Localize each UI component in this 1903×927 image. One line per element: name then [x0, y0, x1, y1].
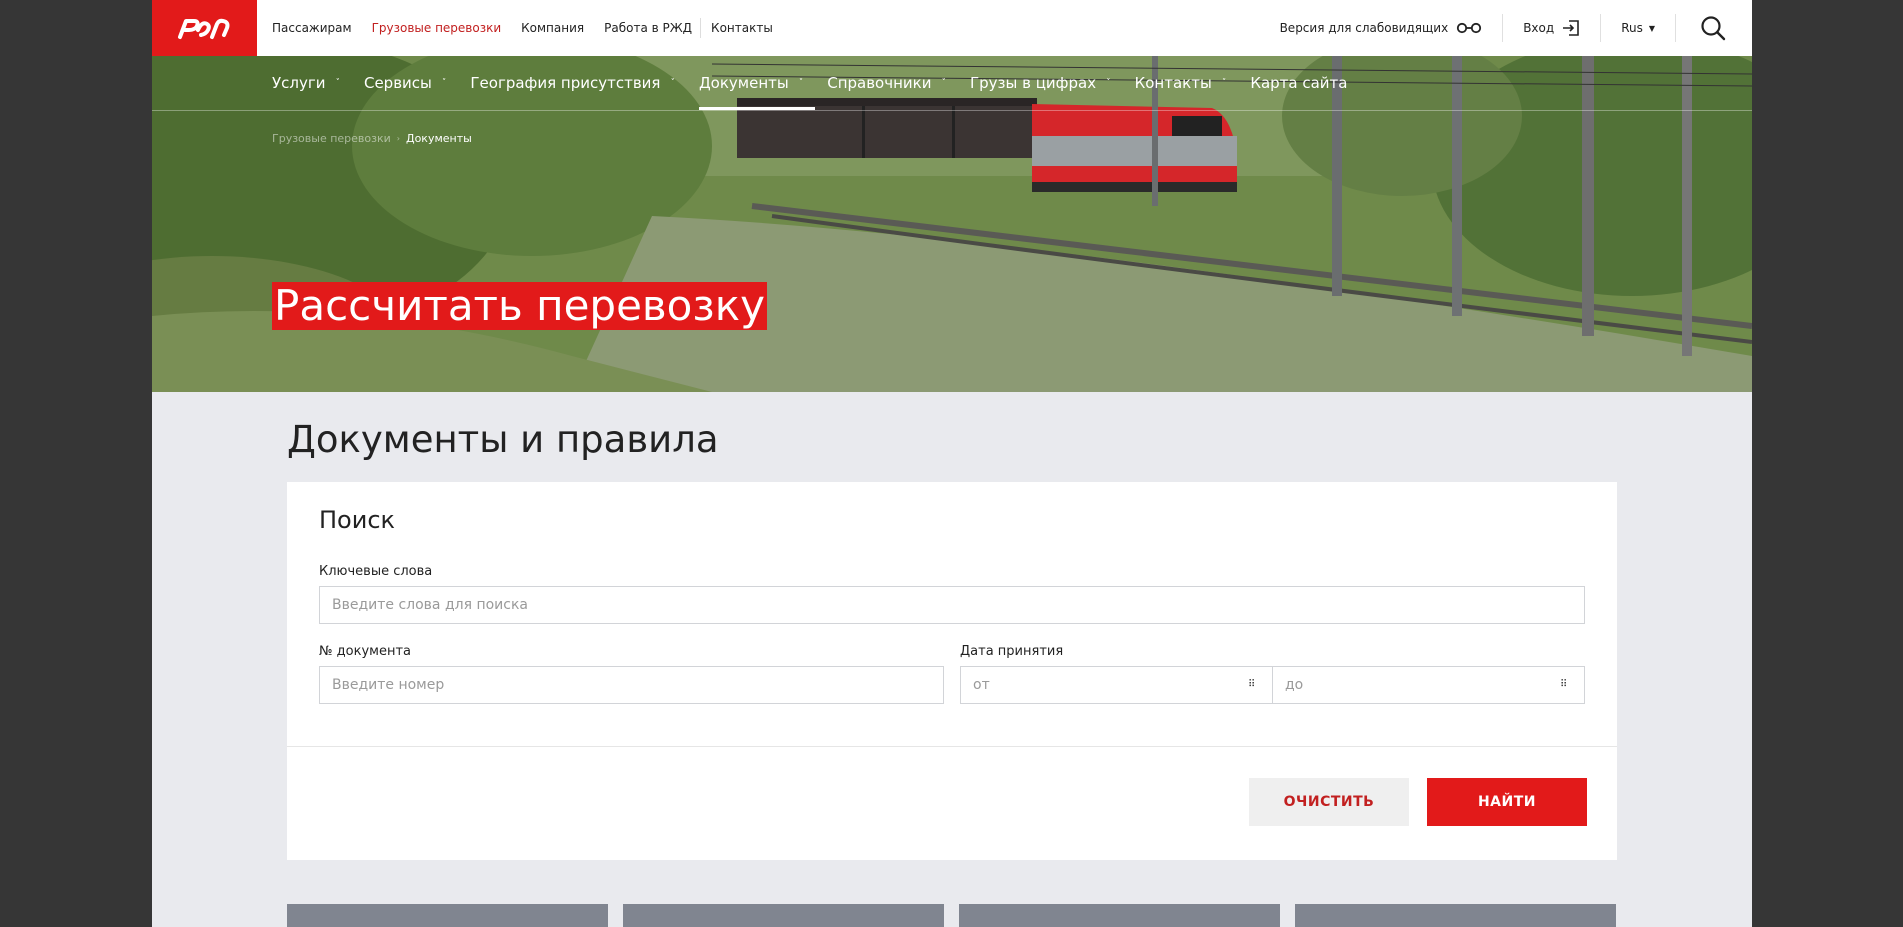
top-bar: Пассажирам Грузовые перевозки Компания Р…: [152, 0, 1752, 56]
login-label: Вход: [1523, 21, 1555, 35]
chevron-down-icon: ˅: [441, 78, 447, 88]
top-right-tools: Версия для слабовидящих Вход Rus ▼: [1260, 0, 1752, 56]
login-icon: [1563, 20, 1579, 36]
top-nav: Пассажирам Грузовые перевозки Компания Р…: [272, 0, 793, 56]
main-nav-label: Карта сайта: [1250, 74, 1348, 92]
main-nav-label: Справочники: [827, 74, 932, 92]
page-title: Документы и правила: [287, 418, 719, 461]
document-category-tile[interactable]: [959, 904, 1280, 927]
search-form: Поиск Ключевые слова № документа Дата пр…: [287, 482, 1617, 860]
date-from-input[interactable]: [960, 666, 1273, 704]
keywords-label: Ключевые слова: [319, 564, 433, 579]
accessibility-label: Версия для слабовидящих: [1279, 21, 1449, 35]
breadcrumb-current: Документы: [405, 132, 472, 145]
breadcrumb: Грузовые перевозки › Документы: [272, 132, 472, 145]
page: Пассажирам Грузовые перевозки Компания Р…: [152, 0, 1752, 927]
nav-divider: [152, 110, 1752, 111]
search-button[interactable]: [1676, 15, 1752, 41]
find-button[interactable]: НАЙТИ: [1427, 778, 1587, 826]
top-nav-divider: [700, 18, 702, 38]
calendar-icon[interactable]: ⠿: [1248, 679, 1255, 690]
main-nav-cargo-stats[interactable]: Грузы в цифрах ˅: [970, 56, 1111, 110]
rzd-logo[interactable]: [152, 0, 257, 56]
language-select[interactable]: Rus ▼: [1601, 21, 1675, 35]
main-nav-contacts[interactable]: Контакты ˅: [1135, 56, 1227, 110]
main-nav-references[interactable]: Справочники ˅: [827, 56, 946, 110]
glasses-icon: [1457, 22, 1482, 34]
main-nav-geography[interactable]: География присутствия ˅: [470, 56, 675, 110]
form-divider: [287, 746, 1617, 747]
language-label: Rus: [1621, 21, 1643, 35]
search-icon: [1701, 16, 1726, 41]
top-nav-contacts[interactable]: Контакты: [711, 21, 773, 35]
calculate-shipping-link[interactable]: Рассчитать перевозку: [272, 282, 767, 330]
main-nav-online-services[interactable]: Сервисы ˅: [364, 56, 446, 110]
main-nav: Услуги ˅ Сервисы ˅ География присутствия ˅ …: [272, 56, 1372, 110]
top-nav-freight[interactable]: Грузовые перевозки: [372, 21, 502, 35]
caret-down-icon: ▼: [1648, 23, 1655, 33]
login-link[interactable]: Вход: [1503, 19, 1600, 37]
top-nav-passengers[interactable]: Пассажирам: [272, 21, 352, 35]
document-number-input[interactable]: [319, 666, 944, 704]
main-nav-label: Документы: [698, 74, 789, 92]
keywords-input[interactable]: [319, 586, 1585, 624]
chevron-right-icon: ›: [396, 134, 400, 143]
main-nav-label: География присутствия: [470, 74, 661, 92]
chevron-down-icon: ˅: [1106, 78, 1111, 88]
chevron-down-icon: ˅: [335, 78, 340, 88]
search-heading: Поиск: [319, 506, 396, 534]
date-to-input[interactable]: [1272, 666, 1585, 704]
calendar-icon[interactable]: ⠿: [1560, 679, 1567, 690]
chevron-down-icon: ˅: [670, 78, 675, 88]
main-nav-label: Сервисы: [363, 74, 432, 92]
document-category-tile[interactable]: [623, 904, 944, 927]
hero-banner: Услуги ˅ Сервисы ˅ География присутствия ˅ …: [152, 56, 1752, 392]
chevron-down-icon: ˅: [1221, 78, 1227, 88]
clear-button[interactable]: ОЧИСТИТЬ: [1249, 778, 1409, 826]
chevron-down-icon: ˅: [798, 78, 804, 88]
accessibility-link[interactable]: Версия для слабовидящих: [1260, 21, 1503, 35]
date-label: Дата принятия: [960, 644, 1064, 659]
main-nav-services[interactable]: Услуги ˅: [272, 56, 340, 110]
document-number-label: № документа: [319, 644, 411, 659]
rzd-logo-icon: [177, 18, 229, 39]
document-category-tile[interactable]: [1295, 904, 1616, 927]
main-nav-label: Контакты: [1134, 74, 1212, 92]
top-nav-careers[interactable]: Работа в РЖД: [604, 21, 692, 35]
main-nav-sitemap[interactable]: Карта сайта: [1250, 56, 1347, 110]
breadcrumb-parent[interactable]: Грузовые перевозки: [272, 132, 391, 145]
chevron-down-icon: ˅: [941, 78, 946, 88]
top-nav-company[interactable]: Компания: [521, 21, 584, 35]
main-nav-label: Услуги: [272, 74, 326, 92]
document-category-tile[interactable]: [287, 904, 608, 927]
main-nav-label: Грузы в цифрах: [969, 74, 1097, 92]
main-nav-documents[interactable]: Документы ˅: [698, 56, 816, 110]
